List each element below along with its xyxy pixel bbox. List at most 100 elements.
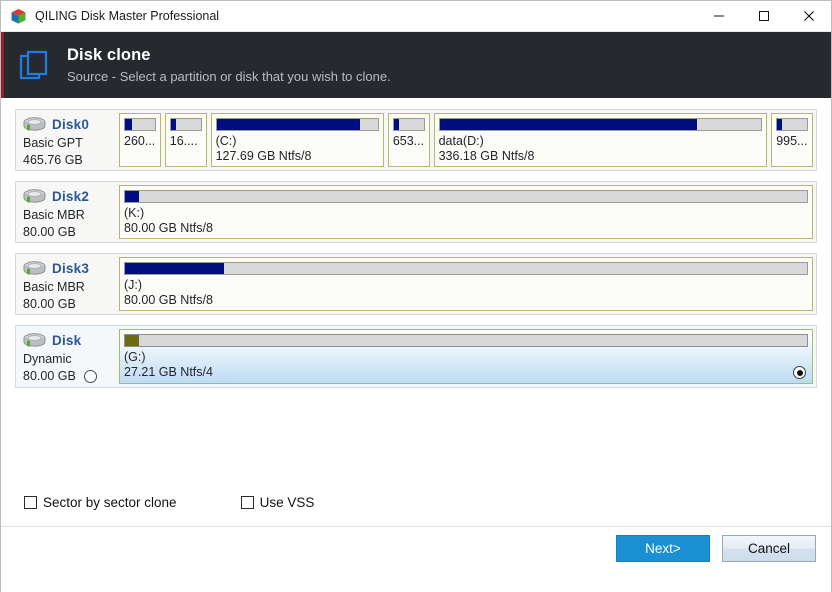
- checkbox-icon[interactable]: [240, 496, 254, 509]
- partition-size: 80.00 GB Ntfs/8: [124, 292, 213, 307]
- checkbox-icon[interactable]: [24, 496, 37, 509]
- partition-usage-bar: [124, 334, 808, 347]
- partition-size-row: 653...: [393, 133, 425, 150]
- disk-size-line: 465.76 GB: [21, 152, 119, 169]
- disk-info: Disk0 Basic GPT 465.76 GB: [19, 113, 119, 167]
- option-label: Sector by sector clone: [43, 495, 177, 510]
- partition-label: (K:): [124, 206, 145, 220]
- partition-box[interactable]: (K:) 80.00 GB Ntfs/8: [119, 185, 813, 239]
- page-subtitle: Source - Select a partition or disk that…: [67, 68, 391, 84]
- disk-row[interactable]: Disk0 Basic GPT 465.76 GB 260... 16.... (C:) 1…: [15, 109, 817, 171]
- partition-usage-bar: [215, 118, 379, 131]
- application-window: QILING Disk Master Professional Disk clo…: [0, 0, 832, 592]
- close-icon[interactable]: [786, 1, 831, 32]
- title-bar: QILING Disk Master Professional: [1, 1, 831, 32]
- partition-size: 27.21 GB Ntfs/4: [124, 365, 213, 380]
- disk-row[interactable]: Disk Dynamic 80.00 GB (G:) 27.21 GB Ntfs/4: [15, 325, 817, 388]
- partition-box[interactable]: 995...: [771, 113, 813, 167]
- page-header: Disk clone Source - Select a partition o…: [1, 32, 831, 98]
- disk-header: Disk0: [21, 114, 119, 135]
- partition-size-row: 27.21 GB Ntfs/4: [124, 365, 808, 381]
- partition-label: data(D:): [438, 134, 484, 148]
- partition-size-row: 336.18 GB Ntfs/8: [439, 148, 763, 164]
- disk-type: Dynamic: [23, 352, 72, 366]
- partition-size-row: 16....: [170, 133, 202, 150]
- partition-box[interactable]: 16....: [164, 113, 207, 167]
- disk-list: Disk0 Basic GPT 465.76 GB 260... 16.... (C:) 1…: [15, 109, 817, 388]
- next-button[interactable]: Next>: [616, 535, 710, 562]
- disk-name: Disk3: [52, 261, 90, 276]
- partition-size: 260...: [124, 134, 156, 148]
- partition-box[interactable]: (G:) 27.21 GB Ntfs/4: [119, 329, 813, 384]
- partition-size: 127.69 GB Ntfs/8: [215, 148, 312, 163]
- disk-info: Disk3 Basic MBR 80.00 GB: [19, 257, 119, 311]
- disk-name: Disk0: [52, 117, 90, 132]
- disk-size: 80.00 GB: [23, 297, 76, 311]
- disk-type: Basic GPT: [23, 136, 83, 150]
- partition-label: (G:): [124, 350, 146, 364]
- partition-box[interactable]: 653...: [387, 113, 430, 167]
- partition-size: 995...: [776, 134, 808, 148]
- partition-usage-bar: [392, 118, 425, 131]
- disk-size: 80.00 GB: [23, 225, 76, 239]
- partition-box[interactable]: data(D:) 336.18 GB Ntfs/8: [433, 113, 768, 167]
- clone-options: Sector by sector clone Use VSS: [24, 495, 378, 510]
- hard-disk-icon: [21, 260, 48, 278]
- partition-usage-bar: [124, 118, 156, 131]
- partition-select-radio[interactable]: [793, 366, 806, 380]
- page-title: Disk clone: [67, 45, 151, 64]
- disk-row[interactable]: Disk2 Basic MBR 80.00 GB (K:) 80.00 GB Ntfs/…: [15, 181, 817, 243]
- partition-list: 260... 16.... (C:) 127.69 GB Ntfs/8 653... da…: [119, 113, 813, 167]
- maximize-icon[interactable]: [741, 1, 786, 32]
- disk-header: Disk: [21, 330, 119, 351]
- partition-list: (K:) 80.00 GB Ntfs/8: [119, 185, 813, 239]
- partition-size: 80.00 GB Ntfs/8: [124, 220, 213, 235]
- divider: [1, 526, 831, 527]
- disk-size: 80.00 GB: [23, 369, 76, 383]
- disk-name: Disk2: [52, 189, 90, 204]
- hard-disk-icon: [21, 116, 48, 134]
- option-use-vss[interactable]: Use VSS: [240, 495, 314, 510]
- cancel-button[interactable]: Cancel: [722, 535, 816, 562]
- disk-size-line: 80.00 GB: [21, 368, 119, 385]
- disk-info: Disk Dynamic 80.00 GB: [19, 329, 119, 384]
- hard-disk-icon: [21, 332, 48, 350]
- disk-info: Disk2 Basic MBR 80.00 GB: [19, 185, 119, 239]
- window-title: QILING Disk Master Professional: [35, 9, 220, 23]
- partition-label: (C:): [215, 134, 237, 148]
- window-controls: [696, 1, 831, 32]
- partition-list: (J:) 80.00 GB Ntfs/8: [119, 257, 813, 311]
- disk-size: 465.76 GB: [23, 153, 83, 167]
- partition-usage-bar: [776, 118, 808, 131]
- disk-name: Disk: [52, 333, 82, 348]
- partition-size: 653...: [392, 134, 425, 148]
- partition-size-row: 127.69 GB Ntfs/8: [216, 148, 379, 164]
- partition-box[interactable]: (C:) 127.69 GB Ntfs/8: [210, 113, 384, 167]
- disk-type: Basic MBR: [23, 208, 85, 222]
- disk-row[interactable]: Disk3 Basic MBR 80.00 GB (J:) 80.00 GB Ntfs/…: [15, 253, 817, 315]
- partition-box[interactable]: (J:) 80.00 GB Ntfs/8: [119, 257, 813, 311]
- title-bar-left: QILING Disk Master Professional: [1, 8, 696, 25]
- partition-size-row: 260...: [124, 133, 156, 150]
- main-content: Disk0 Basic GPT 465.76 GB 260... 16.... (C:) 1…: [1, 98, 831, 592]
- partition-usage-bar: [438, 118, 763, 131]
- partition-size-row: 995...: [776, 133, 808, 150]
- partition-usage-bar: [124, 262, 808, 275]
- disk-select-radio[interactable]: [83, 370, 97, 383]
- minimize-icon[interactable]: [696, 1, 741, 32]
- partition-size-row: 80.00 GB Ntfs/8: [124, 220, 808, 236]
- partition-usage-bar: [169, 118, 202, 131]
- partition-list: (G:) 27.21 GB Ntfs/4: [119, 329, 813, 384]
- option-sector-by-sector-clone[interactable]: Sector by sector clone: [24, 495, 177, 510]
- cube-icon: [10, 8, 27, 25]
- hard-disk-icon: [21, 188, 48, 206]
- partition-label: (J:): [124, 278, 143, 292]
- partition-usage-bar: [124, 190, 808, 203]
- partition-size: 336.18 GB Ntfs/8: [438, 148, 535, 163]
- partition-size-row: 80.00 GB Ntfs/8: [124, 292, 808, 308]
- page-header-text: Disk clone Source - Select a partition o…: [67, 45, 391, 86]
- clone-icon: [13, 43, 57, 87]
- disk-header: Disk3: [21, 258, 119, 279]
- footer: Next> Cancel: [1, 529, 831, 592]
- partition-box[interactable]: 260...: [119, 113, 161, 167]
